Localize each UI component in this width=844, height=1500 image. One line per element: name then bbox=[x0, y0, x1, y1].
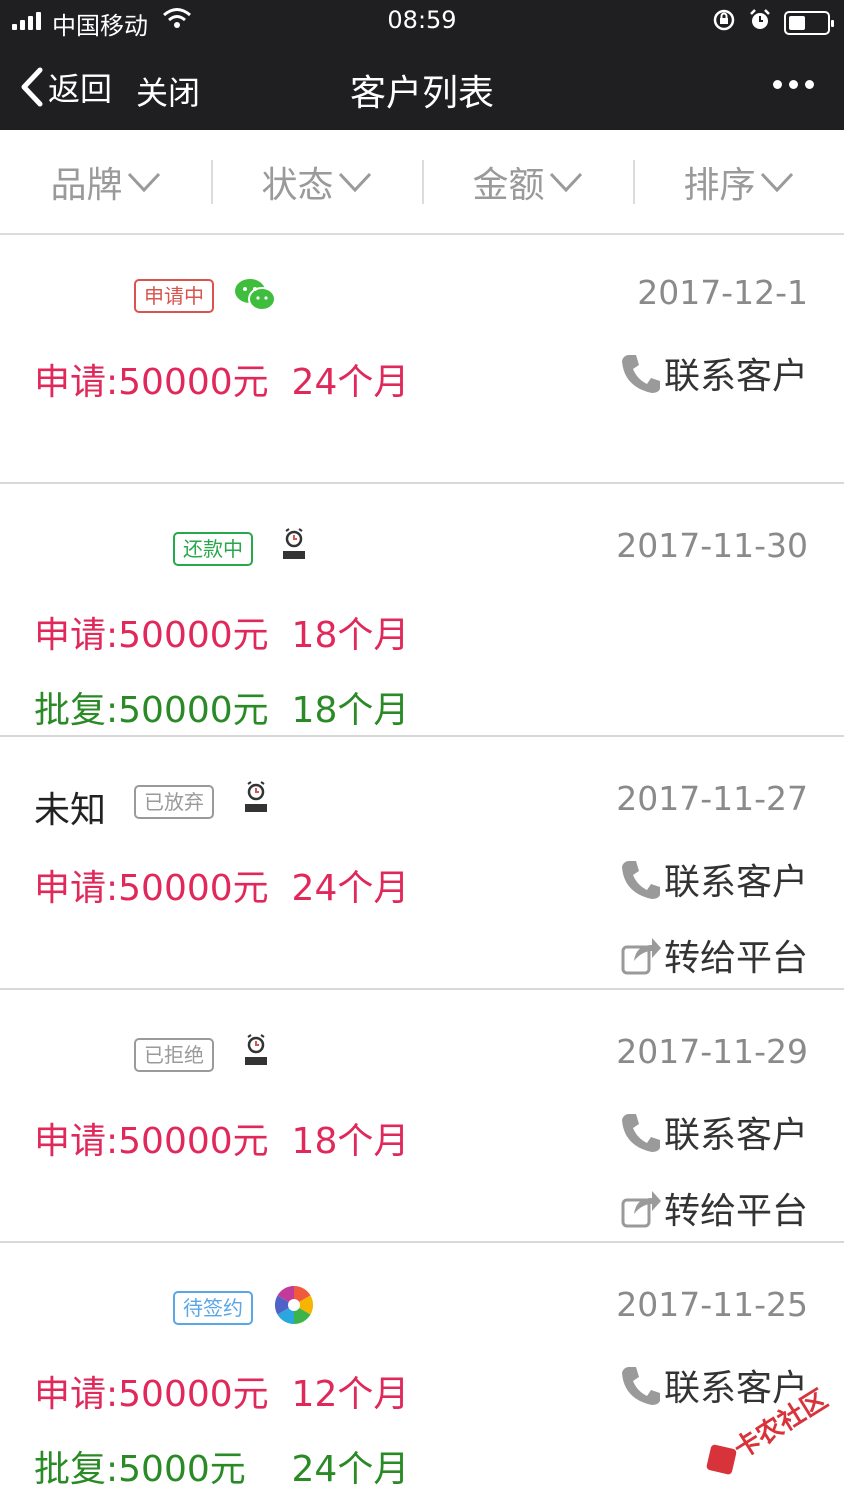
top-bar: 中国移动 08:59 返回 关闭 客户列表 bbox=[0, 0, 844, 130]
transfer-platform-button[interactable]: 转给平台 bbox=[620, 1182, 808, 1234]
apply-info: 申请:50000元 18个月 bbox=[34, 1121, 410, 1162]
share-icon bbox=[621, 938, 661, 975]
filter-brand[interactable]: 品牌 bbox=[0, 130, 211, 233]
apply-info: 申请:50000元 24个月 bbox=[34, 868, 410, 909]
phone-icon bbox=[621, 861, 660, 899]
contact-customer-button[interactable]: 联系客户 bbox=[620, 347, 808, 399]
apply-date: 2017-11-30 bbox=[616, 526, 808, 565]
customer-name: 未知 bbox=[34, 790, 107, 831]
apply-date: 2017-11-27 bbox=[616, 779, 808, 818]
share-icon bbox=[621, 1191, 661, 1228]
filter-status[interactable]: 状态 bbox=[211, 130, 422, 233]
filter-label: 状态 bbox=[261, 164, 334, 206]
apply-info: 申请:50000元 24个月 bbox=[34, 362, 410, 403]
watermark-logo-icon bbox=[705, 1443, 737, 1475]
transfer-platform-button[interactable]: 转给平台 bbox=[620, 929, 808, 981]
nav-bar: 返回 关闭 客户列表 bbox=[0, 50, 844, 130]
more-menu-button[interactable] bbox=[773, 80, 814, 89]
status-badge: 申请中 bbox=[134, 279, 214, 313]
alarm-app-icon bbox=[281, 528, 307, 566]
alarm-app-icon bbox=[243, 781, 269, 819]
wechat-icon bbox=[234, 277, 276, 317]
phone-icon bbox=[621, 1114, 660, 1152]
filter-label: 金额 bbox=[472, 164, 545, 206]
status-badge: 已拒绝 bbox=[134, 1038, 214, 1072]
status-badge: 还款中 bbox=[173, 532, 253, 566]
contact-label: 联系客户 bbox=[663, 356, 808, 397]
customer-row[interactable]: 申请中 2017-12-1 申请:50000元 24个月 联系客户 bbox=[0, 237, 844, 484]
chevron-down-icon bbox=[549, 172, 582, 192]
customer-row[interactable]: 未知 已放弃 2017-11-27 申请:50000元 24个月 联系客户 转给… bbox=[0, 737, 844, 990]
filter-bar: 品牌 状态 金额 排序 bbox=[0, 130, 844, 235]
filter-label: 排序 bbox=[683, 164, 756, 206]
status-badge: 已放弃 bbox=[134, 785, 214, 819]
approve-info: 批复:50000元 18个月 bbox=[34, 690, 410, 731]
filter-amount[interactable]: 金额 bbox=[422, 130, 633, 233]
apply-date: 2017-11-25 bbox=[616, 1285, 808, 1324]
customer-row[interactable]: 还款中 2017-11-30 申请:50000元 18个月 批复:50000元 … bbox=[0, 484, 844, 737]
rotation-lock-icon bbox=[712, 8, 736, 38]
contact-label: 联系客户 bbox=[663, 1115, 808, 1156]
phone-icon bbox=[621, 1367, 660, 1405]
approve-info: 批复:5000元 24个月 bbox=[34, 1449, 410, 1490]
battery-icon bbox=[784, 11, 834, 35]
status-badge: 待签约 bbox=[173, 1291, 253, 1325]
customer-row[interactable]: 已拒绝 2017-11-29 申请:50000元 18个月 联系客户 转给平台 bbox=[0, 990, 844, 1243]
contact-customer-button[interactable]: 联系客户 bbox=[620, 853, 808, 905]
apply-info: 申请:50000元 12个月 bbox=[34, 1374, 410, 1415]
phone-icon bbox=[621, 355, 660, 393]
alarm-app-icon bbox=[243, 1034, 269, 1072]
chevron-down-icon bbox=[127, 172, 160, 192]
filter-sort[interactable]: 排序 bbox=[633, 130, 844, 233]
apply-info: 申请:50000元 18个月 bbox=[34, 615, 410, 656]
status-bar: 中国移动 08:59 bbox=[0, 0, 844, 42]
color-wheel-icon bbox=[274, 1285, 314, 1329]
apply-date: 2017-11-29 bbox=[616, 1032, 808, 1071]
apply-date: 2017-12-1 bbox=[637, 273, 808, 312]
page-title: 客户列表 bbox=[349, 73, 494, 114]
contact-customer-button[interactable]: 联系客户 bbox=[620, 1106, 808, 1158]
chevron-down-icon bbox=[760, 172, 793, 192]
filter-label: 品牌 bbox=[50, 164, 123, 206]
more-icon bbox=[773, 80, 782, 89]
transfer-label: 转给平台 bbox=[663, 1191, 808, 1232]
alarm-icon bbox=[748, 8, 772, 38]
contact-label: 联系客户 bbox=[663, 862, 808, 903]
chevron-down-icon bbox=[338, 172, 371, 192]
transfer-label: 转给平台 bbox=[663, 938, 808, 979]
